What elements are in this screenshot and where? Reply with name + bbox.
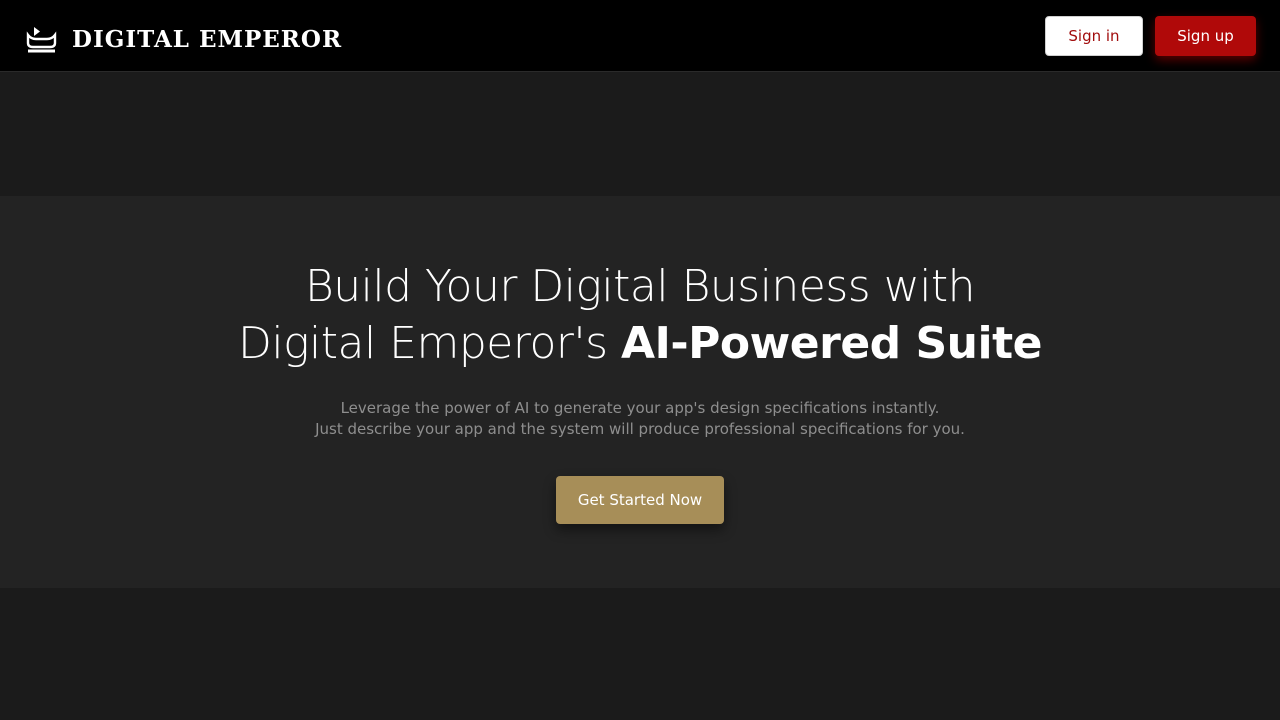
- description-line-1: Leverage the power of AI to generate you…: [340, 399, 940, 417]
- sign-up-button[interactable]: Sign up: [1155, 16, 1256, 56]
- headline-line-2-bold: AI-Powered Suite: [620, 318, 1042, 369]
- brand-logo[interactable]: DIGITAL EMPEROR: [25, 22, 342, 58]
- crown-icon: [25, 25, 58, 55]
- brand-name: DIGITAL EMPEROR: [72, 26, 343, 53]
- hero-section: Build Your Digital Business with Digital…: [0, 196, 1280, 588]
- get-started-button[interactable]: Get Started Now: [556, 476, 724, 524]
- headline-line-1: Build Your Digital Business with: [304, 261, 976, 312]
- description-line-2: Just describe your app and the system wi…: [315, 420, 965, 438]
- top-navigation-bar: DIGITAL EMPEROR Sign in Sign up: [0, 0, 1280, 72]
- headline-line-2-regular: Digital Emperor's: [238, 318, 621, 369]
- hero-headline: Build Your Digital Business with Digital…: [0, 258, 1280, 372]
- sign-in-button[interactable]: Sign in: [1045, 16, 1143, 56]
- hero-description: Leverage the power of AI to generate you…: [0, 398, 1280, 440]
